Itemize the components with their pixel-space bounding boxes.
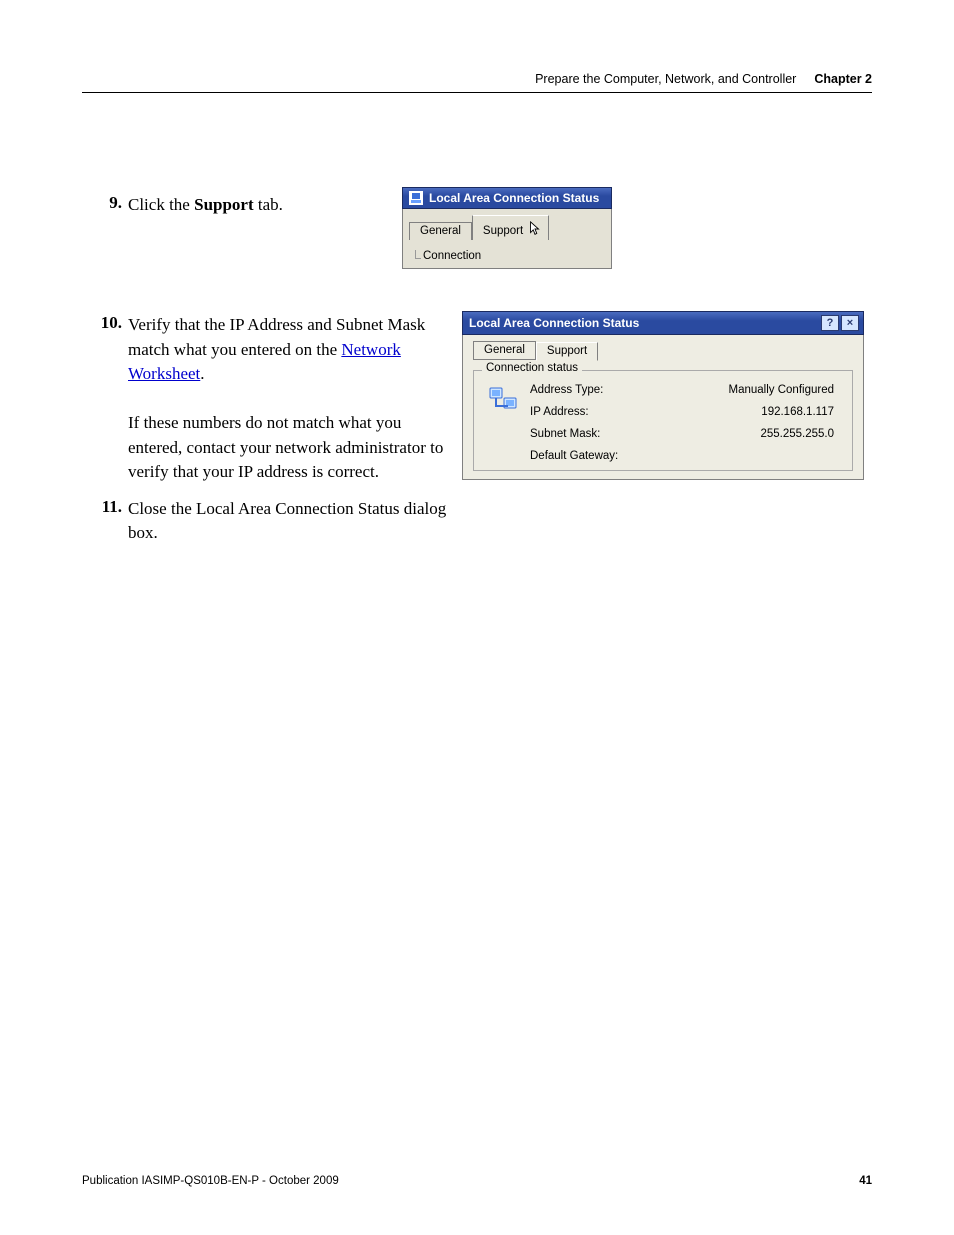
step-9-body: Click the Support tab. <box>128 193 402 218</box>
tab-strip: General Support Connection <box>402 209 612 269</box>
value-address-type: Manually Configured <box>670 384 834 396</box>
screenshot-1: Local Area Connection Status General Sup… <box>402 187 612 269</box>
label-ip-address: IP Address: <box>530 406 670 418</box>
header-section-title: Prepare the Computer, Network, and Contr… <box>535 72 796 86</box>
close-button[interactable]: × <box>841 315 859 331</box>
step-9-number: 9. <box>82 193 128 213</box>
page-footer: Publication IASIMP-QS010B-EN-P - October… <box>82 1175 872 1187</box>
screenshot-2: Local Area Connection Status ? × General… <box>462 311 864 480</box>
label-default-gateway: Default Gateway: <box>530 450 670 462</box>
label-subnet-mask: Subnet Mask: <box>530 428 670 440</box>
header-chapter: Chapter 2 <box>814 72 872 86</box>
tab2-support[interactable]: Support <box>536 342 598 361</box>
step-11-number: 11. <box>82 497 128 517</box>
step-9-text-post: tab. <box>254 195 283 214</box>
network-status-titlebar-icon <box>409 191 423 205</box>
connection-group-label: Connection <box>409 250 605 268</box>
dialog-title: Local Area Connection Status <box>429 191 599 205</box>
step-10-body: Verify that the IP Address and Subnet Ma… <box>128 313 462 485</box>
step-10-number: 10. <box>82 313 128 333</box>
tab2-general[interactable]: General <box>473 341 536 360</box>
dialog2-titlebar: Local Area Connection Status ? × <box>462 311 864 335</box>
page-header: Prepare the Computer, Network, and Contr… <box>82 72 872 93</box>
publication-id: Publication IASIMP-QS010B-EN-P - October… <box>82 1175 339 1187</box>
mouse-cursor-icon <box>529 221 541 237</box>
step-11-text: Close the Local Area Connection Status d… <box>128 497 448 546</box>
step-9-row: 9. Click the Support tab. Local Area Con… <box>82 193 872 269</box>
step-9-text-pre: Click the <box>128 195 194 214</box>
dialog2-title: Local Area Connection Status <box>469 316 639 330</box>
page-number: 41 <box>859 1175 872 1187</box>
dialog2-body: General Support Connection status <box>462 335 864 480</box>
step-10-row: 10. Verify that the IP Address and Subne… <box>82 313 872 485</box>
step-9-text-bold: Support <box>194 195 254 214</box>
step-10-para2: If these numbers do not match what you e… <box>128 411 448 485</box>
help-button[interactable]: ? <box>821 315 839 331</box>
label-address-type: Address Type: <box>530 384 670 396</box>
group-legend: Connection status <box>482 362 582 374</box>
connection-status-group: Connection status Address Type: <box>473 370 853 471</box>
tab-support-label: Support <box>483 225 523 237</box>
tab-general[interactable]: General <box>409 222 472 240</box>
dialog-titlebar: Local Area Connection Status <box>402 187 612 209</box>
step-11-row: 11. Close the Local Area Connection Stat… <box>82 497 872 546</box>
network-icon <box>488 384 520 416</box>
tab-support[interactable]: Support <box>472 215 549 240</box>
value-subnet-mask: 255.255.255.0 <box>670 428 834 440</box>
value-ip-address: 192.168.1.117 <box>670 406 834 418</box>
step-10-line1b: . <box>200 364 204 383</box>
step-11-body: Close the Local Area Connection Status d… <box>128 497 462 546</box>
